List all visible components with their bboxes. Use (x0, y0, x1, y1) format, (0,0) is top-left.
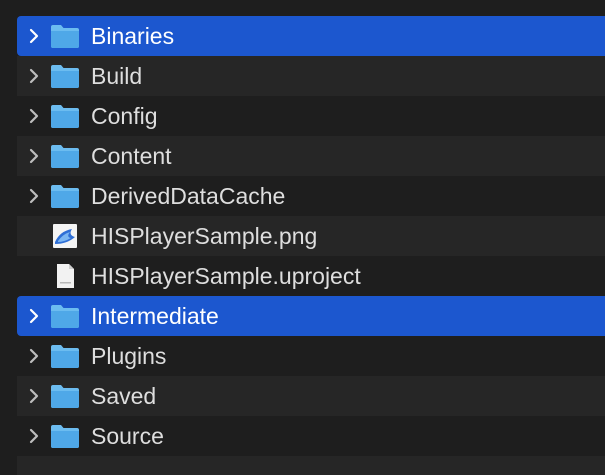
item-label: Plugins (91, 343, 167, 369)
list-item-binaries[interactable]: Binaries (17, 16, 605, 56)
list-item-hisplayersample-uproject[interactable]: HISPlayerSample.uproject (17, 256, 605, 296)
item-label: Binaries (91, 23, 175, 49)
chevron-right-icon[interactable] (26, 28, 42, 44)
list-item-hisplayersample-png[interactable]: HISPlayerSample.png (17, 216, 605, 256)
list-item-source[interactable]: Source (17, 416, 605, 456)
chevron-right-icon[interactable] (26, 108, 42, 124)
item-label: HISPlayerSample.png (91, 223, 318, 249)
chevron-right-icon[interactable] (26, 68, 42, 84)
empty-row (17, 456, 605, 475)
item-label: Saved (91, 383, 157, 409)
folder-icon (51, 305, 79, 328)
item-label: Config (91, 103, 158, 129)
document-file-icon (57, 264, 74, 288)
folder-icon (51, 425, 79, 448)
item-label: HISPlayerSample.uproject (91, 263, 361, 289)
item-label: Build (91, 63, 143, 89)
folder-icon (51, 145, 79, 168)
image-file-icon (53, 224, 77, 248)
folder-icon (51, 65, 79, 88)
folder-icon (51, 25, 79, 48)
chevron-right-icon[interactable] (26, 388, 42, 404)
item-label: Intermediate (91, 303, 219, 329)
chevron-right-icon[interactable] (26, 348, 42, 364)
list-item-plugins[interactable]: Plugins (17, 336, 605, 376)
list-item-deriveddatacache[interactable]: DerivedDataCache (17, 176, 605, 216)
list-item-config[interactable]: Config (17, 96, 605, 136)
list-item-saved[interactable]: Saved (17, 376, 605, 416)
folder-icon (51, 105, 79, 128)
chevron-right-icon[interactable] (26, 148, 42, 164)
folder-icon (51, 185, 79, 208)
chevron-right-icon[interactable] (26, 188, 42, 204)
folder-icon (51, 345, 79, 368)
chevron-right-icon[interactable] (26, 428, 42, 444)
list-item-intermediate[interactable]: Intermediate (17, 296, 605, 336)
item-label: DerivedDataCache (91, 183, 286, 209)
list-item-build[interactable]: Build (17, 56, 605, 96)
list-item-content[interactable]: Content (17, 136, 605, 176)
chevron-right-icon[interactable] (26, 308, 42, 324)
folder-icon (51, 385, 79, 408)
item-label: Source (91, 423, 164, 449)
item-label: Content (91, 143, 172, 169)
file-list: Binaries Build Config Content DerivedDat… (0, 0, 605, 475)
